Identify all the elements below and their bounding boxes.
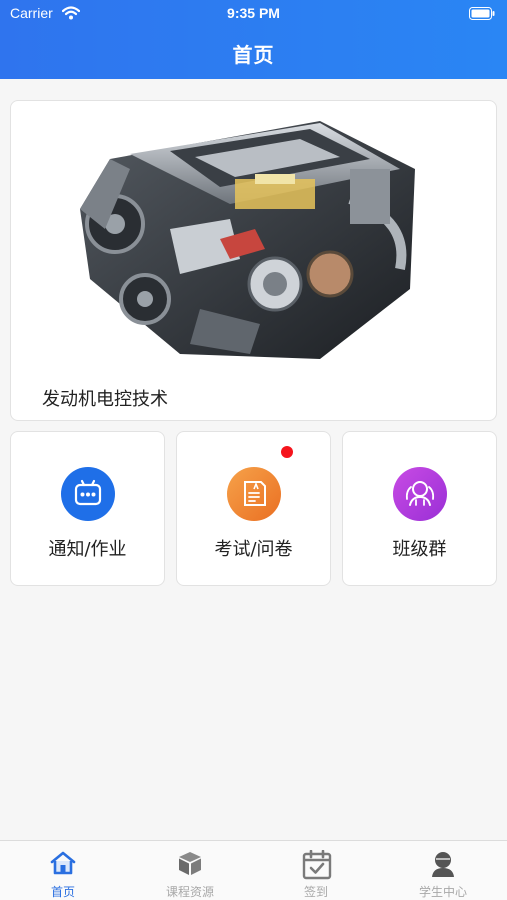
tile-exam-survey[interactable]: 考试/问卷 <box>176 431 331 586</box>
tab-home[interactable]: 首页 <box>0 841 126 900</box>
notification-badge <box>281 446 293 458</box>
tile-notice-homework[interactable]: 通知/作业 <box>10 431 165 586</box>
page-title: 首页 <box>232 43 275 67</box>
bottom-tab-bar: 首页 课程资源 签到 学生中心 <box>0 840 507 900</box>
tile-class-group[interactable]: 班级群 <box>342 431 497 586</box>
tile-label: 班级群 <box>392 539 447 560</box>
course-card[interactable]: 发动机电控技术 <box>10 100 497 421</box>
tab-student-center[interactable]: 学生中心 <box>380 841 506 900</box>
tab-label: 签到 <box>303 885 328 899</box>
car-engine-illustration <box>80 121 415 359</box>
calendar-check-icon <box>302 850 332 880</box>
tab-label: 学生中心 <box>418 885 467 899</box>
message-dots-icon <box>61 467 115 521</box>
tab-course-resources[interactable]: 课程资源 <box>127 841 253 900</box>
cube-icon <box>179 852 201 875</box>
home-icon <box>50 851 76 875</box>
course-image <box>20 109 489 372</box>
battery-icon <box>469 7 495 20</box>
tile-label: 考试/问卷 <box>214 539 293 560</box>
course-title: 发动机电控技术 <box>42 389 168 410</box>
tab-label: 首页 <box>50 885 75 899</box>
tab-check-in[interactable]: 签到 <box>253 841 379 900</box>
tab-label: 课程资源 <box>165 885 214 899</box>
user-icon <box>432 852 454 877</box>
tile-label: 通知/作业 <box>48 539 127 560</box>
group-icon <box>393 467 447 521</box>
status-bar: Carrier 9:35 PM <box>0 0 507 28</box>
exam-paper-icon <box>227 467 281 521</box>
status-time: 9:35 PM <box>227 5 280 21</box>
header-bar: Carrier 9:35 PM 首页 <box>0 0 507 79</box>
